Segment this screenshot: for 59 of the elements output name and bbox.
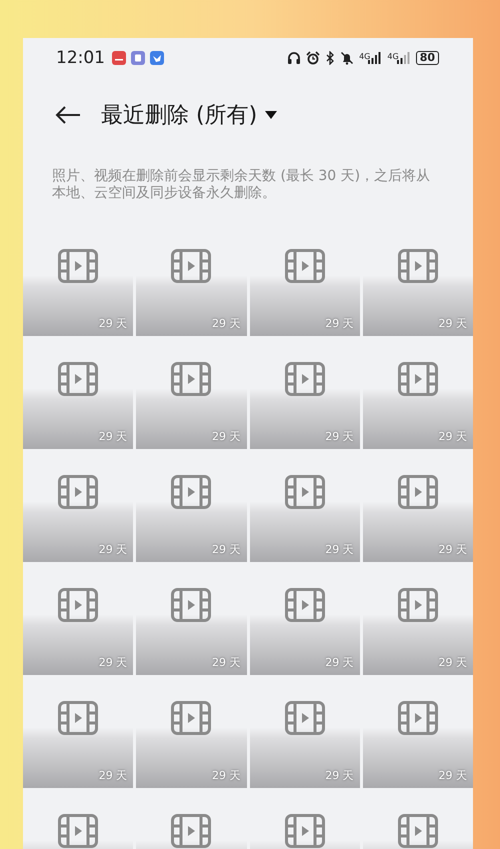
days-remaining: 29 天 [438, 542, 467, 557]
back-arrow-icon [55, 105, 81, 125]
film-icon [284, 362, 325, 396]
film-icon [284, 814, 325, 848]
film-icon [284, 701, 325, 735]
film-icon [171, 249, 212, 283]
film-icon [171, 701, 212, 735]
film-icon [398, 701, 438, 735]
days-remaining: 29 天 [98, 316, 128, 331]
days-remaining: 29 天 [325, 316, 354, 331]
film-icon [398, 249, 438, 283]
film-icon [171, 588, 212, 622]
days-remaining: 29 天 [438, 768, 467, 783]
battery-level: 80 [416, 51, 439, 65]
film-icon [398, 475, 438, 509]
days-remaining: 29 天 [212, 429, 240, 444]
alarm-icon [306, 51, 320, 65]
days-remaining: 29 天 [438, 655, 467, 670]
film-icon [284, 249, 325, 283]
days-remaining: 29 天 [98, 429, 128, 444]
film-icon [398, 588, 438, 622]
film-icon [398, 362, 438, 396]
days-remaining: 29 天 [98, 768, 128, 783]
film-icon [284, 475, 325, 509]
days-remaining: 29 天 [212, 316, 240, 331]
muted-bell-icon [340, 51, 354, 65]
film-icon [398, 814, 438, 848]
film-icon [58, 814, 98, 848]
days-remaining: 29 天 [438, 316, 467, 331]
film-icon [171, 475, 212, 509]
album-title-dropdown[interactable]: 最近删除 (所有) [101, 100, 278, 130]
days-remaining: 29 天 [98, 655, 128, 670]
film-icon [171, 362, 212, 396]
days-remaining: 29 天 [438, 429, 467, 444]
film-icon [171, 814, 212, 848]
app-notification-icon [112, 51, 126, 65]
network-type-label: 4G [387, 52, 399, 61]
days-remaining: 29 天 [325, 542, 354, 557]
days-remaining: 29 天 [325, 655, 354, 670]
headphones-icon [287, 51, 302, 65]
app-notification-icon [150, 51, 164, 65]
days-remaining: 29 天 [325, 768, 354, 783]
film-icon [58, 475, 98, 509]
days-remaining: 29 天 [212, 768, 240, 783]
dropdown-caret-icon [265, 111, 278, 119]
app-notification-icon [131, 51, 145, 65]
days-remaining: 29 天 [98, 542, 128, 557]
clock-time: 12:01 [56, 48, 105, 68]
days-remaining: 29 天 [212, 655, 240, 670]
film-icon [58, 249, 98, 283]
film-icon [58, 588, 98, 622]
bluetooth-icon [325, 51, 336, 65]
days-remaining: 29 天 [325, 429, 354, 444]
info-text: 照片、视频在删除前会显示剩余天数 (最长 30 天)，之后将从本地、云空间及同步设备永久删除。 [52, 168, 432, 202]
film-icon [284, 588, 325, 622]
days-remaining: 29 天 [212, 542, 240, 557]
film-icon [58, 362, 98, 396]
film-icon [58, 701, 98, 735]
network-type-label: 4G [359, 52, 370, 61]
